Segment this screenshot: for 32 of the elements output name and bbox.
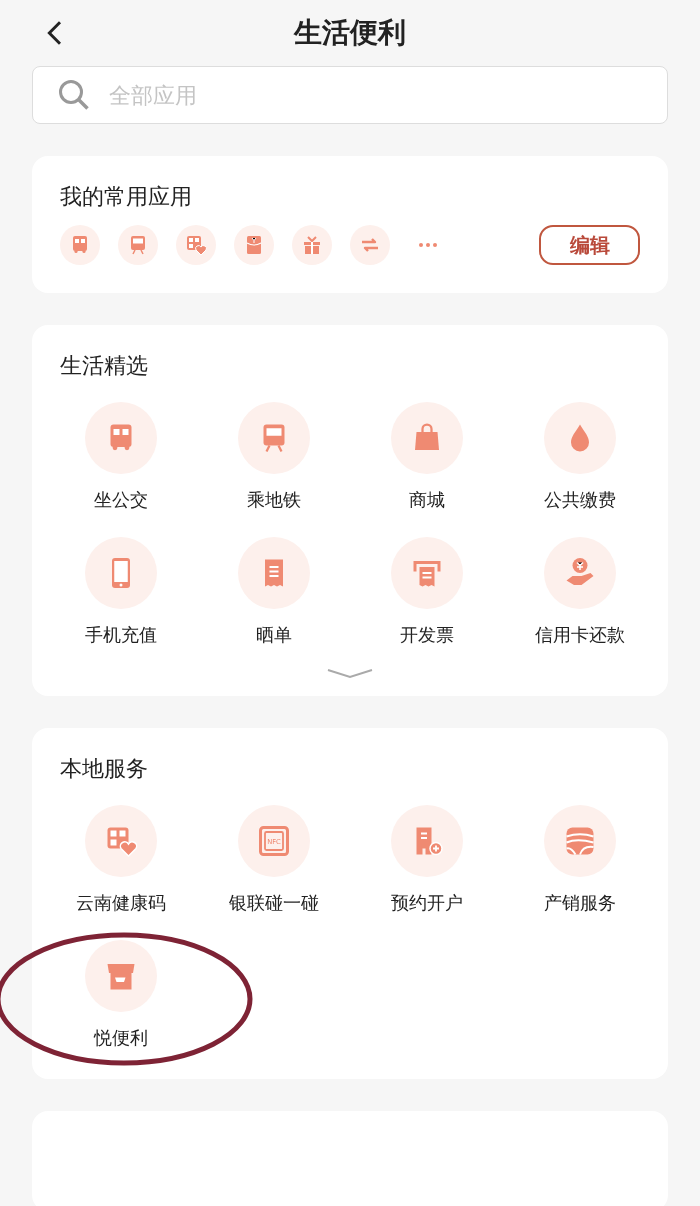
section-title: 本地服务 — [60, 755, 149, 783]
fields-icon — [565, 827, 594, 856]
qr-heart-icon — [107, 827, 137, 857]
qr-heart-icon — [187, 236, 207, 256]
drop-icon — [570, 424, 589, 452]
receipt-icon — [264, 559, 283, 587]
section-title: 生活精选 — [60, 352, 149, 380]
favorite-app-button[interactable] — [176, 225, 216, 265]
favorite-app-button[interactable] — [350, 225, 390, 265]
store-icon — [107, 964, 134, 990]
bus-icon — [73, 236, 87, 254]
invoice-icon — [413, 561, 440, 587]
shopping-bag-icon — [414, 423, 439, 450]
train-icon — [263, 424, 284, 453]
envelope-icon — [246, 236, 262, 254]
more-icon — [419, 243, 437, 247]
train-icon — [131, 236, 145, 255]
favorite-app-button[interactable] — [292, 225, 332, 265]
favorite-app-button[interactable] — [60, 225, 100, 265]
edit-button[interactable]: 编辑 — [539, 225, 640, 265]
favorite-app-button[interactable] — [234, 225, 274, 265]
bus-icon — [110, 424, 131, 451]
building-plus-icon — [416, 827, 443, 856]
section-title: 我的常用应用 — [60, 183, 193, 211]
phone-icon — [111, 558, 130, 588]
chevron-down-icon — [326, 668, 374, 680]
page-title: 生活便利 — [294, 15, 406, 51]
search-field[interactable]: 全部应用 — [32, 66, 668, 124]
gift-icon — [304, 236, 320, 254]
coin-hand-icon — [566, 558, 593, 585]
transfer-icon — [360, 237, 380, 253]
favorite-app-button[interactable] — [118, 225, 158, 265]
